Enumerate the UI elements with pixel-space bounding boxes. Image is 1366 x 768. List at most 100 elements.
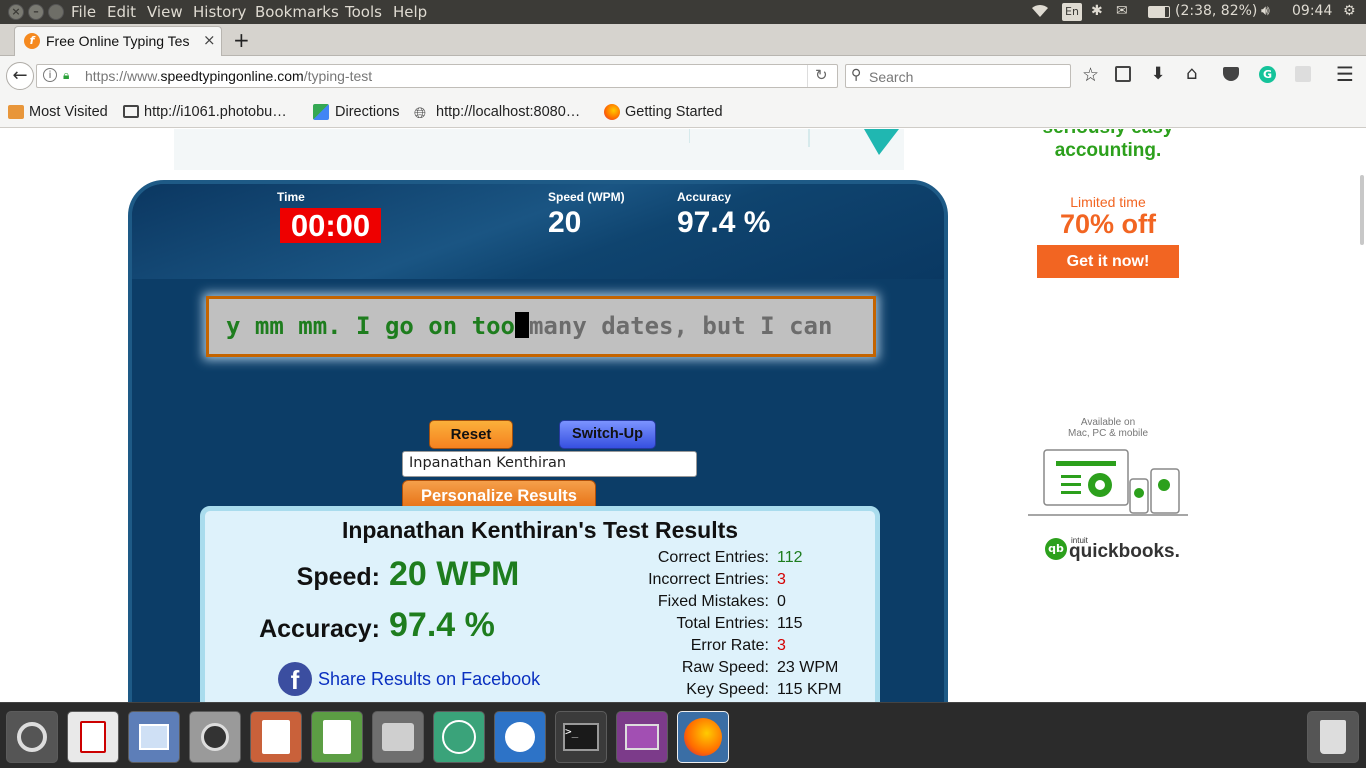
page-scrollbar[interactable] — [1360, 175, 1364, 245]
panel-header — [132, 184, 944, 279]
url-text: https://www.speedtypingonline.com/typing… — [85, 68, 372, 84]
netlify-diamond-icon — [689, 129, 899, 155]
menu-view[interactable]: View — [147, 3, 183, 21]
tab-typing-test[interactable]: f Free Online Typing Tes × — [14, 26, 222, 56]
typing-text-box[interactable]: y mm mm. I go on too many dates, but I ca… — [206, 296, 876, 357]
menu-edit[interactable]: Edit — [107, 3, 136, 21]
firefox-dock-icon[interactable] — [677, 711, 729, 763]
ad-cta-button[interactable]: Get it now! — [1037, 245, 1179, 278]
files-icon[interactable] — [372, 711, 424, 763]
trash-icon[interactable] — [1307, 711, 1359, 763]
ad-limited-time[interactable]: Limited time — [1008, 194, 1208, 210]
close-window-button[interactable]: × — [8, 4, 24, 20]
timer-display: 00:00 — [280, 208, 381, 243]
pdf-reader-icon[interactable] — [67, 711, 119, 763]
tab-title: Free Online Typing Tes — [46, 33, 190, 49]
minimize-window-button[interactable]: – — [28, 4, 44, 20]
bookmark-getting-started[interactable]: Getting Started — [625, 104, 723, 120]
speed-value: 20 — [548, 206, 582, 239]
search-icon: ⚲ — [851, 67, 862, 83]
ad-headline-2[interactable]: accounting. — [1008, 140, 1208, 162]
folder-icon — [8, 105, 24, 119]
search-box[interactable]: ⚲ Search — [845, 64, 1071, 88]
mail-icon[interactable]: ✉ — [1116, 3, 1128, 19]
bookmark-star-icon[interactable]: ☆ — [1082, 64, 1099, 86]
page-content: Time 00:00 Speed (WPM) 20 Accuracy 97.4 … — [0, 129, 1366, 702]
launcher-dock: >_ — [0, 702, 1366, 768]
browser-compass-icon[interactable] — [494, 711, 546, 763]
maximize-window-button[interactable] — [48, 4, 64, 20]
ad-platforms: Mac, PC & mobile — [1067, 428, 1149, 439]
extension-icon[interactable] — [1295, 66, 1311, 82]
presentation-icon[interactable] — [250, 711, 302, 763]
volume-icon[interactable]: 🔊︎ — [1261, 3, 1270, 19]
terminal-icon[interactable]: >_ — [555, 711, 607, 763]
bookmark-photobucket[interactable]: http://i1061.photobu… — [144, 104, 287, 120]
stat-value: 112 — [777, 549, 803, 566]
gear-icon[interactable]: ⚙ — [1343, 3, 1356, 19]
new-tab-button[interactable]: + — [233, 28, 250, 52]
share-facebook-link[interactable]: Share Results on Facebook — [318, 669, 540, 690]
menu-history[interactable]: History — [193, 3, 246, 21]
result-speed-label: Speed: — [296, 563, 380, 591]
stat-label: Correct Entries: — [657, 549, 769, 566]
reset-button[interactable]: Reset — [429, 420, 513, 449]
time-label: Time — [277, 190, 305, 204]
search-placeholder: Search — [869, 69, 914, 85]
bookmark-most-visited[interactable]: Most Visited — [29, 104, 108, 120]
keyboard-layout-indicator[interactable]: En — [1062, 3, 1082, 21]
stat-label: Incorrect Entries: — [648, 571, 769, 588]
grammarly-icon[interactable]: G — [1259, 66, 1276, 83]
back-button[interactable]: ← — [6, 62, 34, 90]
ubuntu-dash-icon[interactable] — [6, 711, 58, 763]
menu-tools[interactable]: Tools — [345, 3, 382, 21]
globe-icon: 🌐︎ — [414, 104, 427, 122]
switch-up-button[interactable]: Switch-Up — [559, 420, 656, 449]
stat-value: 0 — [777, 593, 786, 610]
url-divider — [807, 65, 808, 87]
facebook-icon[interactable]: f — [278, 662, 312, 696]
reload-icon[interactable]: ↻ — [815, 66, 828, 84]
image-viewer-icon[interactable] — [128, 711, 180, 763]
menu-file[interactable]: File — [71, 3, 96, 21]
bluetooth-icon[interactable]: ✱ — [1091, 3, 1103, 19]
stat-label: Error Rate: — [690, 637, 769, 654]
bookmark-directions[interactable]: Directions — [335, 104, 399, 120]
battery-status: (2:38, 82%) — [1175, 3, 1258, 19]
typing-test-panel: Time 00:00 Speed (WPM) 20 Accuracy 97.4 … — [128, 180, 948, 702]
top-banner-ad[interactable] — [174, 129, 904, 170]
hamburger-menu-icon[interactable]: ☰ — [1336, 62, 1354, 86]
workspace-switcher-icon[interactable] — [616, 711, 668, 763]
test-results-panel: Inpanathan Kenthiran's Test Results Spee… — [200, 506, 880, 702]
url-domain: speedtypingonline.com — [160, 68, 304, 84]
site-favicon-icon: f — [24, 33, 40, 49]
stat-label: Fixed Mistakes: — [657, 593, 769, 610]
url-path: /typing-test — [303, 68, 373, 84]
stat-value: 115 KPM — [777, 681, 842, 698]
battery-icon[interactable] — [1148, 6, 1170, 18]
close-tab-icon[interactable]: × — [203, 31, 216, 49]
menu-bookmarks[interactable]: Bookmarks — [255, 3, 339, 21]
menu-help[interactable]: Help — [393, 3, 427, 21]
ad-headline-1[interactable]: seriously easy — [1008, 129, 1208, 139]
ad-offer[interactable]: 70% off — [1008, 209, 1208, 240]
name-input[interactable]: Inpanathan Kenthiran — [402, 451, 697, 477]
stat-value: 3 — [777, 571, 786, 588]
home-icon[interactable]: ⌂ — [1186, 63, 1197, 84]
clock[interactable]: 09:44 — [1292, 3, 1332, 19]
speed-label: Speed (WPM) — [548, 190, 625, 204]
camera-icon[interactable] — [189, 711, 241, 763]
result-accuracy-label: Accuracy: — [259, 615, 380, 643]
devices-illustration-icon — [1028, 449, 1188, 516]
info-icon[interactable]: i — [43, 68, 57, 82]
wifi-icon[interactable] — [1030, 3, 1050, 23]
url-bar[interactable]: i 🔒︎ https://www.speedtypingonline.com/t… — [36, 64, 838, 88]
lock-icon: 🔒︎ — [63, 68, 70, 82]
reading-list-icon[interactable] — [1115, 66, 1131, 82]
download-icon[interactable]: ⬇ — [1151, 64, 1165, 84]
spreadsheet-icon[interactable] — [311, 711, 363, 763]
atom-editor-icon[interactable] — [433, 711, 485, 763]
bookmark-localhost[interactable]: http://localhost:8080… — [436, 104, 580, 120]
stat-label: Raw Speed: — [681, 659, 769, 676]
ad-brand[interactable]: quickbooks. — [1069, 541, 1180, 563]
